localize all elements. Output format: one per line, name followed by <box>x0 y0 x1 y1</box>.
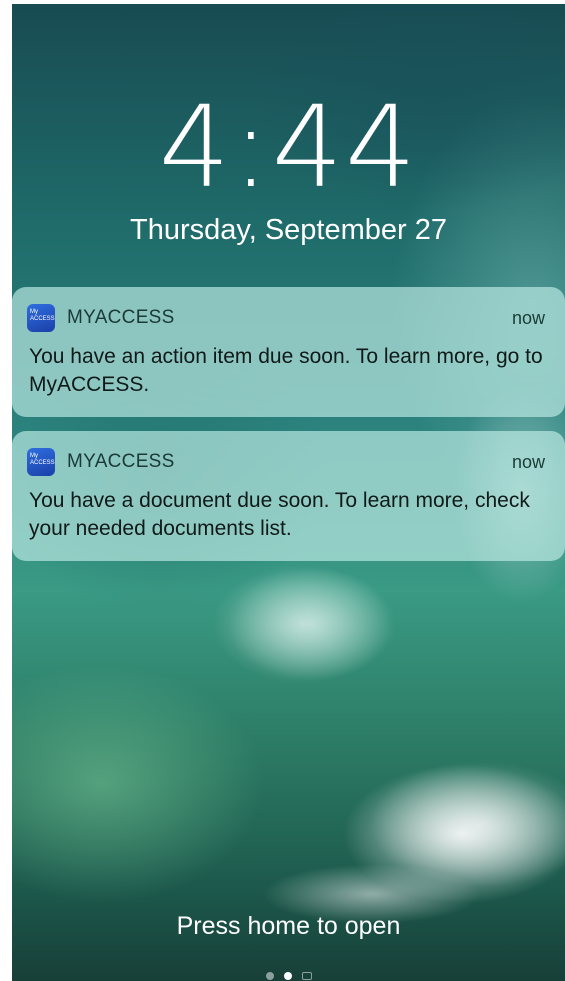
notification-app-name: MYACCESS <box>67 451 175 472</box>
page-dot-active[interactable] <box>283 972 292 980</box>
lockscreen-clock: 4:44 <box>158 83 419 213</box>
notification-card[interactable]: My ACCESS MYACCESS now You have an actio… <box>12 287 565 417</box>
notification-message: You have a document due soon. To learn m… <box>29 489 530 540</box>
press-home-hint: Press home to open <box>176 912 401 940</box>
lockscreen-date: Thursday, September 27 <box>129 214 448 246</box>
notification-header: My ACCESS MYACCESS now <box>27 304 545 332</box>
myaccess-app-icon: My ACCESS <box>27 304 55 332</box>
notification-message: You have an action item due soon. To lea… <box>29 345 543 396</box>
myaccess-app-icon: My ACCESS <box>27 448 55 476</box>
notification-app-name: MYACCESS <box>67 307 175 328</box>
notification-card[interactable]: My ACCESS MYACCESS now You have a docume… <box>12 431 565 561</box>
page-indicator <box>12 967 565 981</box>
page-dot[interactable] <box>265 972 274 980</box>
notification-header: My ACCESS MYACCESS now <box>27 448 545 476</box>
notification-time: now <box>511 308 545 328</box>
notification-time: now <box>511 452 545 472</box>
camera-icon[interactable] <box>301 972 312 980</box>
wave-foam <box>212 564 392 684</box>
